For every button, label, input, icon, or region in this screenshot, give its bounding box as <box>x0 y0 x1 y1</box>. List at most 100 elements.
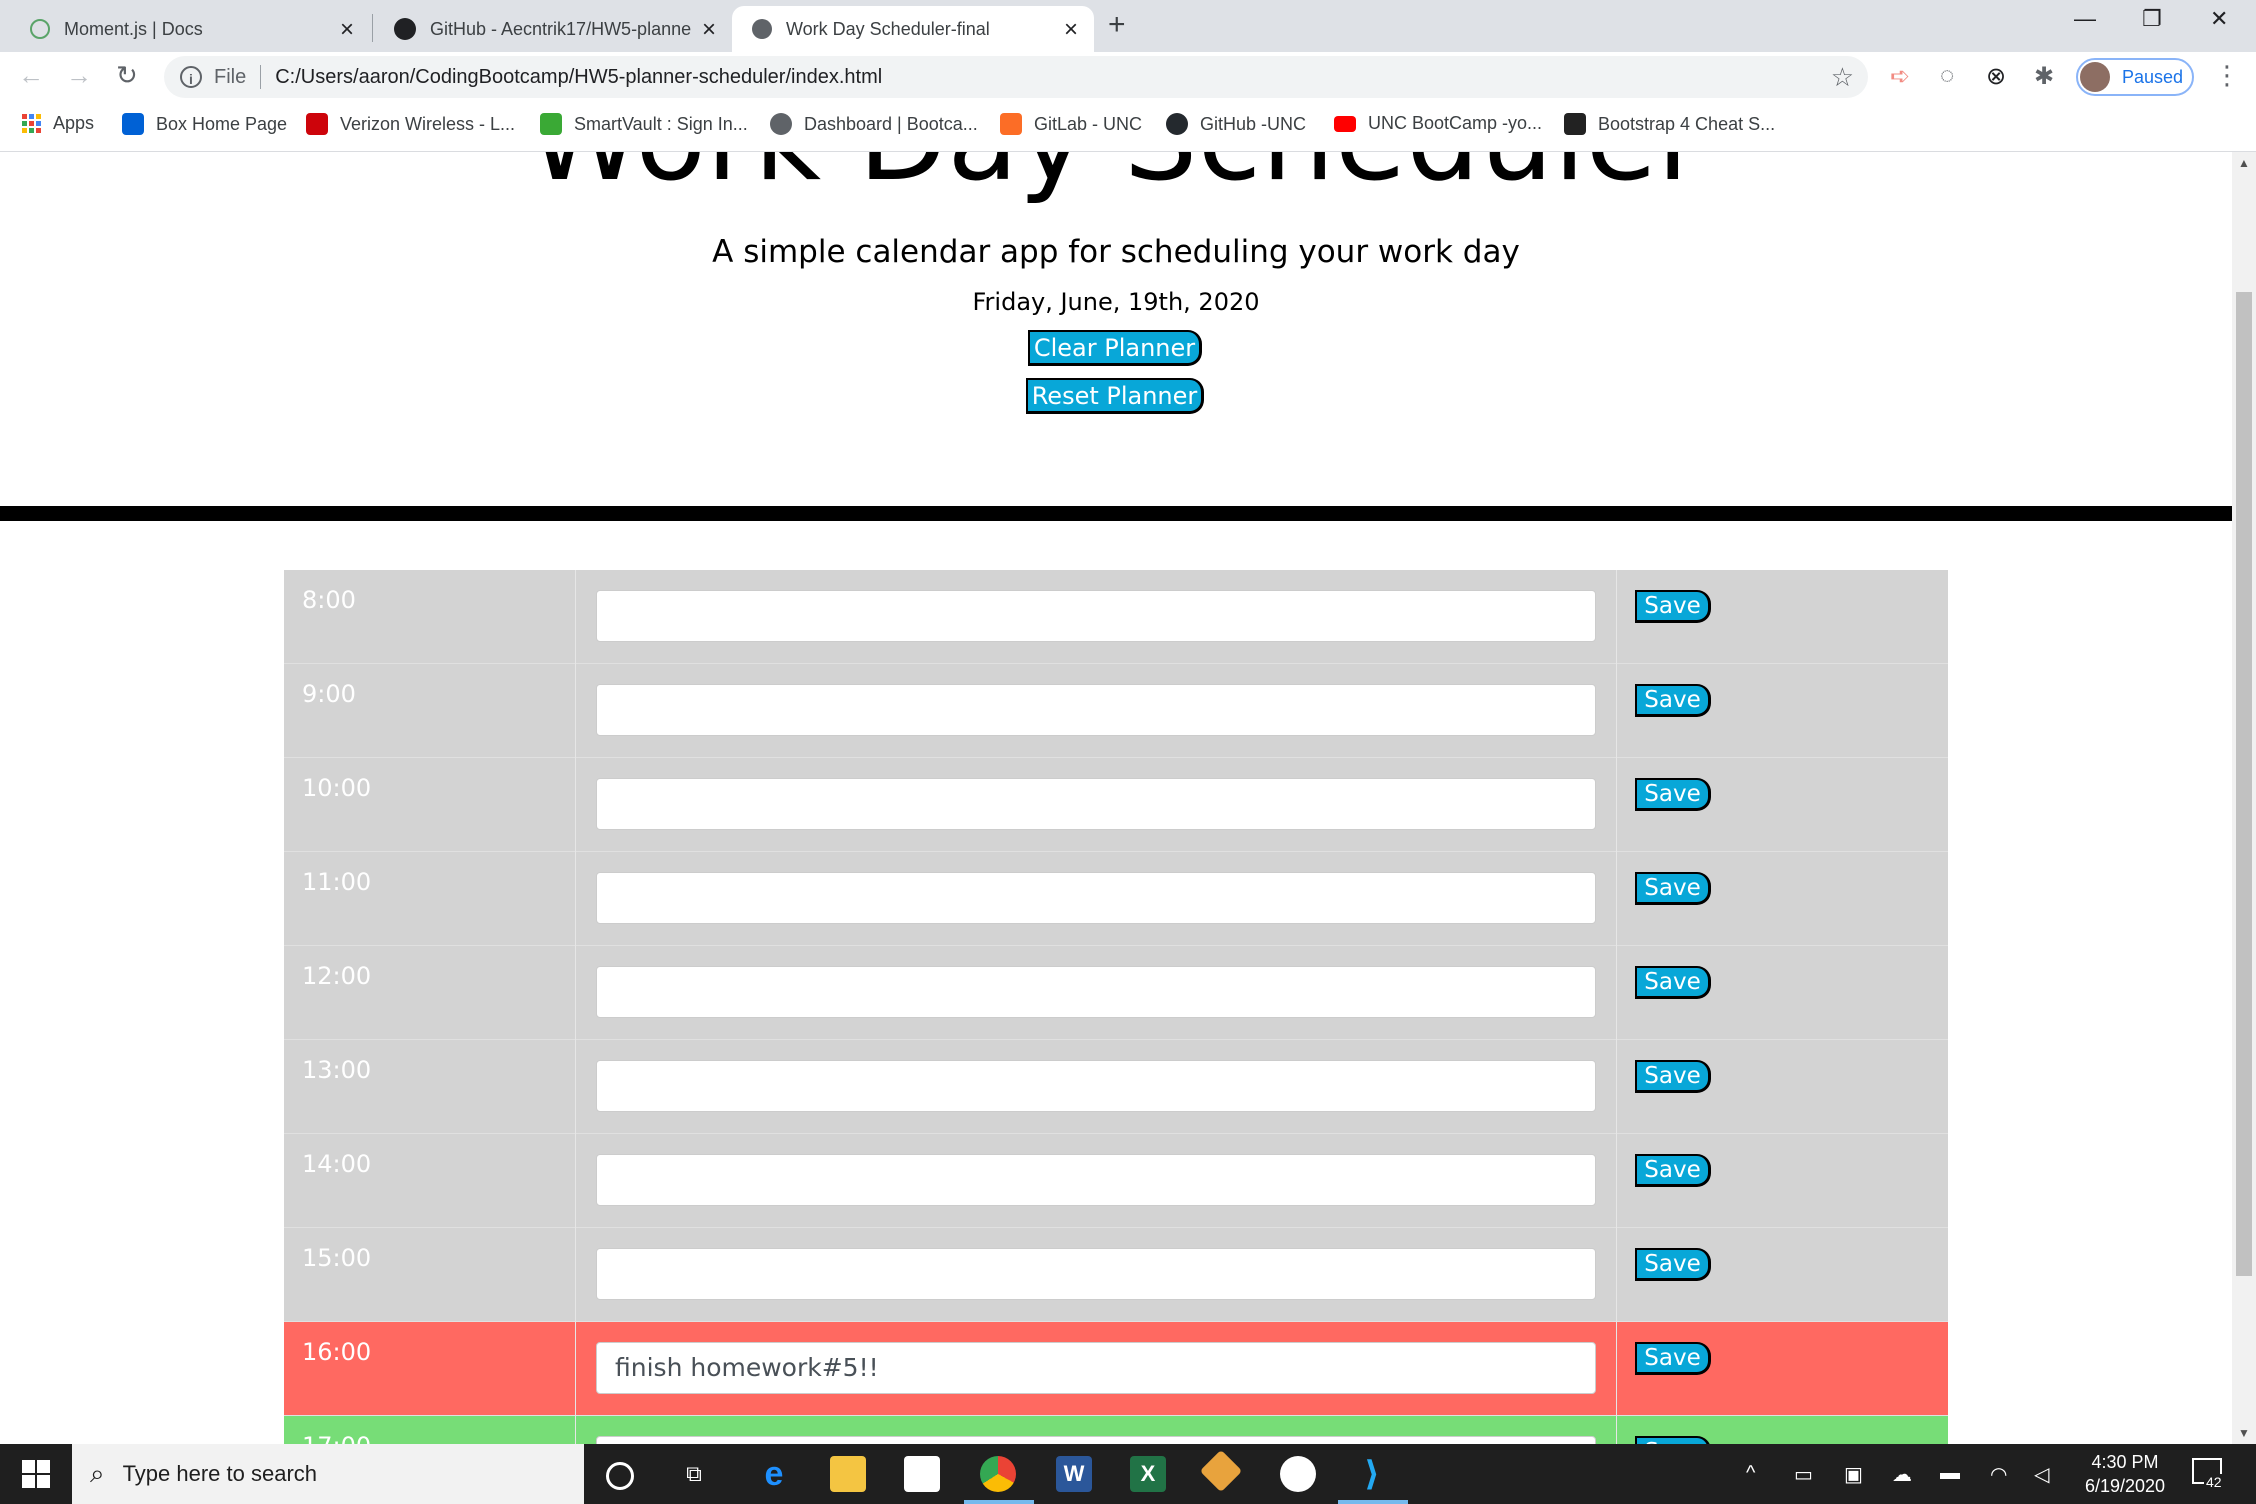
tab-work-day-scheduler[interactable]: Work Day Scheduler-final × <box>732 6 1094 52</box>
chevron-up-icon[interactable]: ^ <box>1746 1462 1755 1485</box>
bookmark-star-icon[interactable]: ☆ <box>1831 62 1854 93</box>
task-input[interactable] <box>596 1248 1596 1300</box>
edge-icon[interactable]: e <box>756 1456 792 1492</box>
task-input[interactable]: finish homework#5!! <box>596 1342 1596 1394</box>
save-column: Save <box>1616 664 1949 758</box>
hour-label: 16:00 <box>284 1322 576 1416</box>
reload-icon[interactable]: ↻ <box>116 60 138 91</box>
apps-grid-icon <box>22 114 41 133</box>
save-button[interactable]: Save <box>1635 1248 1711 1281</box>
save-button[interactable]: Save <box>1635 1060 1711 1093</box>
task-input[interactable] <box>596 778 1596 830</box>
new-tab-button[interactable]: + <box>1108 8 1126 42</box>
git-icon[interactable] <box>1199 1449 1243 1493</box>
back-arrow-icon[interactable]: ← <box>18 60 44 91</box>
bookmark-youtube[interactable]: UNC BootCamp -yo... <box>1334 113 1542 134</box>
notification-count: 42 <box>2204 1474 2224 1490</box>
save-button[interactable]: Save <box>1635 1436 1711 1444</box>
header-divider <box>0 506 2232 521</box>
forward-arrow-icon[interactable]: → <box>66 60 92 91</box>
task-input[interactable] <box>596 966 1596 1018</box>
bookmark-bootstrap[interactable]: Bootstrap 4 Cheat S... <box>1564 113 1775 135</box>
volume-icon[interactable]: ◁ <box>2034 1462 2049 1487</box>
reset-planner-button[interactable]: Reset Planner <box>1026 378 1204 414</box>
task-input[interactable] <box>596 684 1596 736</box>
onedrive-icon[interactable]: ☁ <box>1892 1462 1912 1487</box>
hour-label: 10:00 <box>284 758 576 852</box>
tab-github[interactable]: GitHub - Aecntrik17/HW5-planne × <box>374 6 732 52</box>
task-input[interactable] <box>596 590 1596 642</box>
bookmark-smartvault[interactable]: SmartVault : Sign In... <box>540 113 748 135</box>
scrollbar-thumb[interactable] <box>2236 292 2252 1276</box>
url-text[interactable]: C:/Users/aaron/CodingBootcamp/HW5-planne… <box>275 66 882 89</box>
taskbar-search[interactable]: ⌕ Type here to search <box>72 1444 584 1504</box>
scroll-up-arrow-icon[interactable]: ▲ <box>2238 156 2250 170</box>
task-input[interactable] <box>596 872 1596 924</box>
bookmark-label: GitHub -UNC <box>1200 113 1307 134</box>
profile-button[interactable]: Paused <box>2076 58 2194 96</box>
minimize-button[interactable]: — <box>2074 6 2096 32</box>
save-button[interactable]: Save <box>1635 778 1711 811</box>
kebab-menu-icon[interactable]: ⋮ <box>2214 60 2240 91</box>
battery-icon[interactable]: ▬ <box>1940 1462 1960 1485</box>
save-button[interactable]: Save <box>1635 1342 1711 1375</box>
save-button[interactable]: Save <box>1635 590 1711 623</box>
close-icon[interactable]: × <box>340 16 354 44</box>
extension-icon[interactable]: ⊗ <box>1986 62 2006 91</box>
bookmark-github[interactable]: GitHub -UNC <box>1166 113 1306 135</box>
info-icon[interactable]: i <box>180 66 202 88</box>
clock-icon <box>30 19 50 39</box>
bookmark-label: UNC BootCamp -yo... <box>1368 113 1543 133</box>
bookmark-dashboard[interactable]: Dashboard | Bootca... <box>770 113 978 135</box>
chrome-icon[interactable] <box>980 1456 1016 1492</box>
scroll-down-arrow-icon[interactable]: ▼ <box>2238 1426 2250 1440</box>
hour-label: 12:00 <box>284 946 576 1040</box>
active-app-indicator <box>964 1500 1034 1504</box>
close-icon[interactable]: × <box>1064 16 1078 44</box>
save-button[interactable]: Save <box>1635 872 1711 905</box>
save-column: Save <box>1616 570 1949 664</box>
store-icon[interactable] <box>904 1456 940 1492</box>
window-close-button[interactable]: ✕ <box>2210 6 2228 32</box>
task-view-icon[interactable]: ⧉ <box>676 1456 712 1492</box>
windows-start-icon[interactable] <box>22 1460 50 1488</box>
network-icon[interactable]: ▣ <box>1844 1462 1863 1487</box>
save-button[interactable]: Save <box>1635 1154 1711 1187</box>
vscode-icon[interactable]: ⟩ <box>1354 1456 1390 1492</box>
task-input[interactable] <box>596 1060 1596 1112</box>
extension-icon[interactable]: ➪ <box>1890 62 1910 91</box>
extension-icon[interactable]: ◌ <box>1940 62 1954 90</box>
excel-icon[interactable]: X <box>1130 1456 1166 1492</box>
verizon-icon <box>306 113 328 135</box>
time-block-row: 14:00 Save <box>284 1134 1948 1228</box>
save-button[interactable]: Save <box>1635 684 1711 717</box>
time-block-row: 15:00 Save <box>284 1228 1948 1322</box>
word-icon[interactable]: W <box>1056 1456 1092 1492</box>
restore-button[interactable]: ❐ <box>2142 6 2162 32</box>
save-button[interactable]: Save <box>1635 966 1711 999</box>
bookmark-verizon[interactable]: Verizon Wireless - L... <box>306 113 515 135</box>
close-icon[interactable]: × <box>702 16 716 44</box>
slack-icon[interactable] <box>1280 1456 1316 1492</box>
tab-momentjs[interactable]: Moment.js | Docs × <box>10 6 370 52</box>
task-input[interactable] <box>596 1436 1596 1444</box>
windows-taskbar: ⌕ Type here to search ⧉ e W X ⟩ ^ ▭ ▣ ☁ … <box>0 1444 2256 1504</box>
bookmark-gitlab[interactable]: GitLab - UNC <box>1000 113 1142 135</box>
puzzle-icon[interactable]: ✱ <box>2034 62 2054 91</box>
tab-title: GitHub - Aecntrik17/HW5-planne <box>430 18 692 39</box>
bookmark-apps[interactable]: Apps <box>22 113 94 134</box>
vertical-scrollbar[interactable]: ▲ ▼ <box>2232 152 2256 1444</box>
bookmark-label: Verizon Wireless - L... <box>340 113 516 134</box>
wifi-icon[interactable]: ◠ <box>1990 1462 2007 1487</box>
save-column: Save <box>1616 852 1949 946</box>
taskbar-clock[interactable]: 4:30 PM 6/19/2020 <box>2070 1450 2180 1498</box>
printer-icon[interactable]: ▭ <box>1794 1462 1813 1487</box>
task-input[interactable] <box>596 1154 1596 1206</box>
file-explorer-icon[interactable] <box>830 1456 866 1492</box>
clear-planner-button[interactable]: Clear Planner <box>1028 330 1202 366</box>
page-title: Work Day Scheduler <box>0 152 2232 198</box>
bookmark-box[interactable]: Box Home Page <box>122 113 287 135</box>
save-column: Save <box>1616 1322 1949 1416</box>
address-bar[interactable]: i File C:/Users/aaron/CodingBootcamp/HW5… <box>164 56 1868 98</box>
cortana-icon[interactable] <box>606 1462 634 1490</box>
